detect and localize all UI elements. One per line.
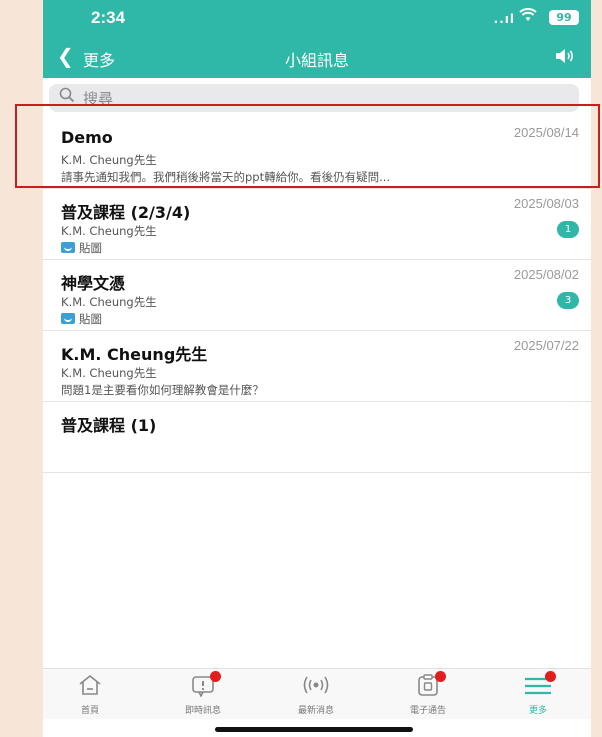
- tab-home[interactable]: 首頁: [45, 673, 135, 716]
- group-date: 2025/08/02: [513, 267, 579, 282]
- status-time: 2:34: [91, 8, 126, 27]
- page-title: 小組訊息: [284, 51, 349, 70]
- wifi-icon: [519, 8, 537, 26]
- sticker-icon: [61, 313, 75, 324]
- tab-label: 電子通告: [409, 706, 446, 716]
- group-list: Demo 2025/08/14 K.M. Cheung先生 請事先通知我們。我們…: [43, 118, 591, 473]
- group-sender: K.M. Cheung先生: [61, 295, 157, 309]
- group-preview: 貼圖: [79, 312, 102, 326]
- menu-icon: [518, 671, 558, 701]
- tab-label: 最新消息: [297, 706, 334, 716]
- speaker-icon[interactable]: [555, 48, 575, 68]
- group-sender: K.M. Cheung先生: [61, 224, 157, 238]
- broadcast-icon: [296, 673, 336, 701]
- group-item-theology-diploma[interactable]: 神學文憑 2025/08/02 K.M. Cheung先生 貼圖 3: [43, 260, 591, 331]
- tab-label: 更多: [528, 706, 547, 716]
- phone-screen: 2:34 ..ıl 99 ❮ 更多 小組訊息 Demo 2025/08/14 K…: [43, 0, 591, 737]
- group-date: 2025/07/22: [513, 338, 579, 353]
- group-date: 2025/08/03: [513, 196, 579, 211]
- home-icon: [70, 673, 110, 701]
- group-item-popular-course-234[interactable]: 普及課程 (2/3/4) 2025/08/03 K.M. Cheung先生 貼圖…: [43, 189, 591, 260]
- group-title: 神學文憑: [61, 274, 126, 293]
- sticker-icon: [61, 242, 75, 253]
- unread-badge: 1: [557, 221, 579, 238]
- notification-dot: [210, 671, 221, 682]
- group-item-popular-course-1[interactable]: 普及課程 (1): [43, 402, 591, 473]
- notification-dot: [545, 671, 556, 682]
- unread-badge: 3: [557, 292, 579, 309]
- group-title: 普及課程 (1): [61, 416, 157, 435]
- battery-indicator: 99: [549, 10, 579, 25]
- group-preview-wrap: 貼圖: [61, 240, 561, 256]
- notice-icon: [408, 671, 448, 701]
- tab-more[interactable]: 更多: [493, 671, 583, 716]
- tab-e-notice[interactable]: 電子通告: [383, 671, 473, 716]
- search-box[interactable]: [49, 84, 579, 112]
- tab-instant-messages[interactable]: 即時訊息: [158, 671, 248, 716]
- home-indicator[interactable]: [215, 727, 413, 732]
- group-preview-wrap: 貼圖: [61, 311, 561, 327]
- notification-dot: [435, 671, 446, 682]
- search-bar: [43, 78, 591, 116]
- nav-header: ❮ 更多 小組訊息: [43, 38, 591, 78]
- group-sender: K.M. Cheung先生: [61, 366, 157, 380]
- search-input[interactable]: [81, 86, 565, 112]
- group-preview: 請事先通知我們。我們稍後將當天的ppt轉給你。看後仍有疑問...: [61, 170, 391, 184]
- tab-latest-news[interactable]: 最新消息: [271, 673, 361, 716]
- bottom-tab-bar: 首頁 即時訊息 最新消息 電子通告 更多: [43, 668, 591, 719]
- tab-label: 即時訊息: [184, 706, 221, 716]
- message-icon: [183, 671, 223, 701]
- group-item-km-cheung[interactable]: K.M. Cheung先生 2025/07/22 K.M. Cheung先生 問…: [43, 331, 591, 402]
- group-sender: K.M. Cheung先生: [61, 153, 157, 167]
- group-preview: 問題1是主要看你如何理解教會是什麼？: [61, 383, 264, 397]
- group-preview: 貼圖: [79, 241, 102, 255]
- group-title: K.M. Cheung先生: [61, 345, 208, 364]
- group-title: 普及課程 (2/3/4): [61, 203, 191, 222]
- tab-label: 首頁: [80, 706, 99, 716]
- status-bar: 2:34 ..ıl 99: [43, 0, 591, 38]
- group-title: Demo: [61, 128, 113, 147]
- group-date: 2025/08/14: [513, 125, 579, 140]
- search-icon: [59, 87, 75, 108]
- signal-icon: ..ıl: [493, 12, 515, 26]
- group-item-demo[interactable]: Demo 2025/08/14 K.M. Cheung先生 請事先通知我們。我們…: [43, 118, 591, 189]
